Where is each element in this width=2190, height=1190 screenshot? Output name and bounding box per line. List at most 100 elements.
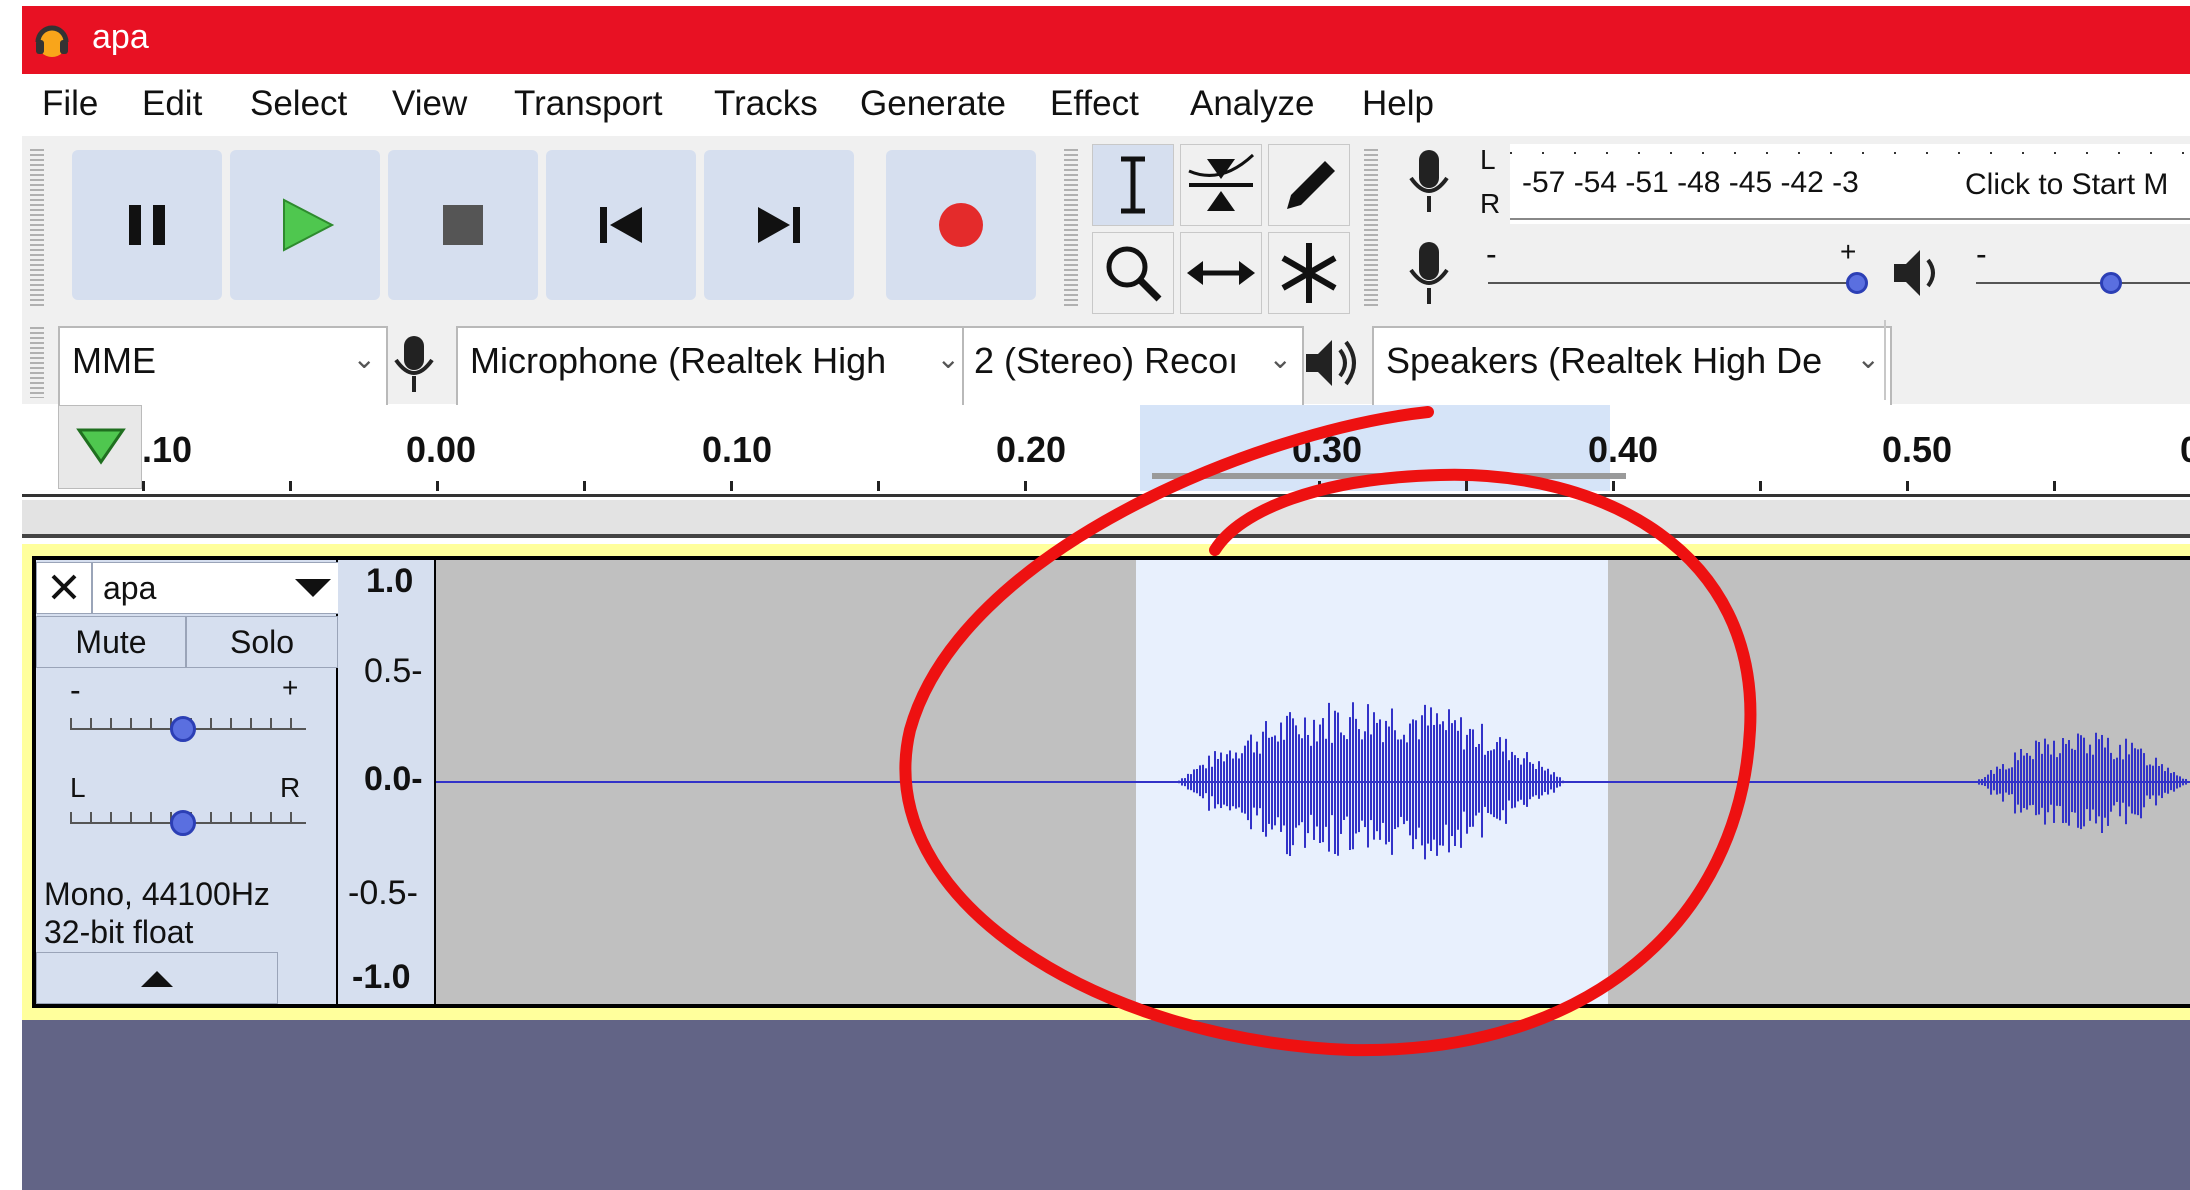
record-volume-plus: + <box>1840 236 1857 267</box>
track-name-menu[interactable]: apa <box>92 562 348 614</box>
i-beam-icon <box>1121 156 1145 214</box>
magnifier-icon <box>1106 246 1162 302</box>
output-device-select[interactable]: Speakers (Realtek High De ⌄ <box>1372 326 1892 410</box>
skip-to-start-icon <box>600 207 642 243</box>
recording-channels-select[interactable]: 2 (Stereo) Recoı ⌄ <box>962 326 1304 410</box>
pause-button[interactable] <box>72 150 222 300</box>
menu-bar: File Edit Select View Transport Tracks G… <box>22 74 2190 136</box>
meter-left-label: L <box>1480 144 1496 175</box>
meter-click-label: Click to Start M <box>1965 168 2169 201</box>
speaker-icon <box>1306 340 1356 386</box>
track-control-panel: apa Mute Solo - + L R Mono, 44100Hz 32-b… <box>36 560 348 1004</box>
speaker-icon <box>1894 250 1935 296</box>
scale-label: 1.0 <box>366 562 414 600</box>
playback-volume-slider[interactable] <box>1976 282 2190 284</box>
ruler-label: .10 <box>142 429 193 470</box>
skip-to-end-icon <box>758 207 800 243</box>
scale-label: 0.0- <box>364 760 423 798</box>
menu-file[interactable]: File <box>42 84 98 124</box>
audio-host-value: MME <box>72 340 156 381</box>
microphone-icon <box>1409 242 1449 304</box>
toolbar-grip[interactable] <box>1064 146 1078 306</box>
solo-button[interactable]: Solo <box>186 616 338 668</box>
toolbar-grip[interactable] <box>1364 146 1378 306</box>
ruler-label: 0 <box>2180 429 2190 471</box>
pan-slider-thumb[interactable] <box>170 810 196 836</box>
pencil-icon <box>1287 161 1335 209</box>
envelope-icon <box>1188 153 1255 211</box>
play-icon <box>283 198 334 252</box>
track-sample-format: 32-bit float <box>44 914 194 950</box>
record-icon <box>939 203 983 247</box>
scale-label: -0.5- <box>348 874 418 912</box>
time-shift-tool[interactable] <box>1180 232 1262 314</box>
gain-minus-label: - <box>70 672 81 708</box>
pause-icon <box>129 205 165 245</box>
title-bar: apa <box>22 6 2190 74</box>
gain-slider-thumb[interactable] <box>170 716 196 742</box>
ruler-label: 0.50 <box>1882 429 1953 470</box>
record-volume-slider[interactable] <box>1488 282 1864 284</box>
menu-edit[interactable]: Edit <box>142 84 202 124</box>
track-name: apa <box>103 570 157 606</box>
envelope-tool[interactable] <box>1180 144 1262 226</box>
meter-right-label: R <box>1480 188 1501 219</box>
track-format-info: Mono, 44100Hz <box>44 876 270 912</box>
toolbar-grip[interactable] <box>30 146 44 306</box>
ruler-label: 0.00 <box>406 429 477 470</box>
play-head-icon <box>76 428 126 465</box>
menu-help[interactable]: Help <box>1362 84 1434 124</box>
pan-left-label: L <box>70 772 86 803</box>
draw-tool[interactable] <box>1268 144 1350 226</box>
toolbar-grip[interactable] <box>30 324 44 398</box>
window-title: apa <box>92 18 149 56</box>
skip-to-start-button[interactable] <box>546 150 696 300</box>
stop-icon <box>443 205 483 245</box>
amplitude-scale[interactable]: 1.0 0.5- 0.0- -0.5- -1.0 <box>338 560 434 1004</box>
dropdown-arrow-icon <box>295 579 331 597</box>
pan-right-label: R <box>280 772 301 803</box>
ruler-label: 0.10 <box>702 429 773 470</box>
microphone-icon[interactable] <box>1402 146 1456 218</box>
menu-view[interactable]: View <box>392 84 467 124</box>
close-track-button[interactable] <box>36 562 92 614</box>
chevron-down-icon: ⌄ <box>1856 343 1880 374</box>
selection-tool[interactable] <box>1092 144 1174 226</box>
menu-transport[interactable]: Transport <box>514 84 662 124</box>
gain-plus-label: + <box>282 672 299 703</box>
microphone-icon <box>394 336 434 392</box>
zoom-tool[interactable] <box>1092 232 1174 314</box>
menu-tracks[interactable]: Tracks <box>714 84 818 124</box>
recording-channels-value: 2 (Stereo) Recoı <box>974 340 1239 381</box>
chevron-down-icon: ⌄ <box>1268 343 1292 374</box>
menu-generate[interactable]: Generate <box>860 84 1006 124</box>
stop-button[interactable] <box>388 150 538 300</box>
toolbar-divider <box>1884 320 1886 400</box>
play-button[interactable] <box>230 150 380 300</box>
double-arrow-icon <box>1187 261 1255 285</box>
menu-analyze[interactable]: Analyze <box>1190 84 1315 124</box>
chevron-down-icon: ⌄ <box>936 343 960 374</box>
audacity-logo-icon <box>35 25 69 57</box>
playback-volume-minus: - <box>1976 236 1987 272</box>
meter-scale: -57 -54 -51 -48 -45 -42 -3 <box>1522 166 1859 199</box>
menu-select[interactable]: Select <box>250 84 347 124</box>
output-device-value: Speakers (Realtek High De <box>1386 340 1823 381</box>
skip-to-end-button[interactable] <box>704 150 854 300</box>
collapse-track-button[interactable] <box>36 952 278 1004</box>
menu-effect[interactable]: Effect <box>1050 84 1139 124</box>
record-volume-minus: - <box>1486 236 1497 272</box>
recording-meter[interactable]: -57 -54 -51 -48 -45 -42 -3 Click to Star… <box>1510 144 2190 224</box>
multi-tool[interactable] <box>1268 232 1350 314</box>
playback-volume-thumb[interactable] <box>2100 272 2122 294</box>
mute-button[interactable]: Mute <box>36 616 186 668</box>
input-device-select[interactable]: Microphone (Realtek High ⌄ <box>456 326 972 410</box>
record-volume-thumb[interactable] <box>1846 272 1868 294</box>
annotation-circle <box>899 406 1757 1057</box>
record-button[interactable] <box>886 150 1036 300</box>
input-device-value: Microphone (Realtek High <box>470 340 887 381</box>
audio-host-select[interactable]: MME ⌄ <box>58 326 388 410</box>
play-head-button[interactable] <box>58 405 142 489</box>
asterisk-icon <box>1281 243 1337 303</box>
close-icon <box>51 574 77 600</box>
